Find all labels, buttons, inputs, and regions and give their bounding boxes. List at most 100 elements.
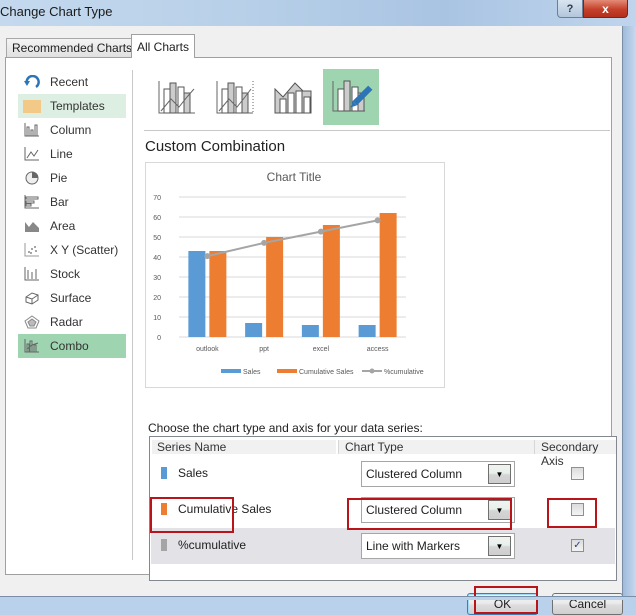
- bar-cumulative-sales: [209, 251, 227, 337]
- category-combo[interactable]: Combo: [18, 334, 126, 358]
- scatter-chart-icon: [23, 242, 41, 258]
- y-tick-label: 40: [153, 255, 161, 262]
- subtype-clustered-column-line[interactable]: [149, 69, 205, 125]
- column-header-series-name: Series Name: [152, 440, 336, 454]
- category-label: Bar: [50, 195, 69, 209]
- title-bar[interactable]: Change Chart Type ? x: [0, 0, 636, 26]
- close-button[interactable]: x: [583, 0, 628, 18]
- plot-group: 0102030405060700.00%20.00%40.00%60.00%80…: [153, 195, 507, 353]
- y-tick-label: 10: [153, 315, 161, 322]
- divider: [132, 70, 133, 560]
- line-marker: [374, 217, 381, 224]
- category-surface[interactable]: Surface: [18, 286, 126, 310]
- chart-preview: Chart Title0102030405060700.00%20.00%40.…: [145, 162, 508, 388]
- x-tick-label: excel: [313, 346, 330, 353]
- category-templates[interactable]: Templates: [18, 94, 126, 118]
- tab-all-charts[interactable]: All Charts: [131, 34, 196, 58]
- category-bar[interactable]: Bar: [18, 190, 126, 214]
- help-button[interactable]: ?: [557, 0, 583, 18]
- secondary-axis-checkbox[interactable]: [571, 467, 584, 480]
- category-label: Templates: [50, 99, 105, 113]
- bar-cumulative-sales: [379, 213, 397, 337]
- legend-label: %cumulative: [384, 369, 424, 376]
- category-label: Stock: [50, 267, 81, 281]
- x-tick-label: access: [367, 346, 389, 353]
- y-tick-label: 70: [153, 195, 161, 202]
- category-label: Surface: [50, 291, 92, 305]
- chevron-down-icon[interactable]: ▼: [488, 464, 511, 484]
- line-chart-icon: [23, 146, 41, 162]
- help-icon: ?: [566, 2, 574, 15]
- bar-sales: [245, 323, 263, 337]
- subtype-title: Custom Combination: [145, 138, 286, 155]
- legend-label: Cumulative Sales: [299, 369, 354, 376]
- surface-chart-icon: [23, 290, 41, 306]
- category-line[interactable]: Line: [18, 142, 126, 166]
- series-color-swatch: [161, 539, 167, 551]
- y-tick-label: 30: [153, 275, 161, 282]
- series-row: %cumulative Line with Markers ▼ ✓: [151, 528, 615, 564]
- chart-type-value: Clustered Column: [366, 467, 463, 481]
- window-frame: [622, 26, 636, 600]
- legend-swatch-sales: [221, 369, 241, 373]
- category-label: X Y (Scatter): [50, 243, 119, 257]
- window-frame: [0, 596, 636, 600]
- tab-recommended-charts[interactable]: Recommended Charts: [6, 38, 139, 57]
- category-label: Radar: [50, 315, 83, 329]
- series-row: Cumulative Sales Clustered Column ▼: [151, 492, 615, 528]
- series-color-swatch: [161, 467, 167, 479]
- legend-marker: [369, 368, 375, 374]
- bar-sales: [301, 325, 319, 337]
- window-title: Change Chart Type: [0, 4, 113, 19]
- legend-swatch-cumulative-sales: [277, 369, 297, 373]
- column-header-chart-type: Chart Type: [338, 440, 534, 454]
- category-radar[interactable]: Radar: [18, 310, 126, 334]
- clustered-column-line-icon: [158, 81, 195, 114]
- series-name: %cumulative: [178, 538, 247, 552]
- secondary-axis-checkbox[interactable]: ✓: [571, 539, 584, 552]
- chart-preview-svg: Chart Title0102030405060700.00%20.00%40.…: [153, 170, 507, 376]
- series-color-swatch: [161, 503, 167, 515]
- line-marker: [261, 239, 268, 246]
- chart-type-dropdown[interactable]: Clustered Column ▼: [361, 461, 515, 487]
- folder-icon: [23, 98, 41, 114]
- column-chart-icon: [23, 122, 41, 138]
- category-label: Pie: [50, 171, 68, 185]
- category-x-y-scatter[interactable]: X Y (Scatter): [18, 238, 126, 262]
- series-prompt: Choose the chart type and axis for your …: [148, 421, 423, 435]
- x-tick-label: ppt: [259, 346, 269, 353]
- subtype-custom-combination[interactable]: [323, 69, 379, 125]
- category-recent[interactable]: Recent: [18, 70, 126, 94]
- chart-type-dropdown[interactable]: Line with Markers ▼: [361, 533, 515, 559]
- stock-chart-icon: [23, 266, 41, 282]
- subtype-stacked-area-clustered-column[interactable]: [265, 69, 321, 125]
- chevron-down-icon[interactable]: ▼: [488, 500, 511, 520]
- category-stock[interactable]: Stock: [18, 262, 126, 286]
- close-icon: x: [602, 1, 609, 16]
- legend-group: Sales Cumulative Sales %cumulative: [221, 368, 424, 376]
- category-label: Area: [50, 219, 76, 233]
- series-name: Sales: [178, 466, 209, 480]
- bar-sales: [188, 251, 206, 337]
- all-charts-panel: Recent Templates Column Line Pie Bar Area X Y (…: [5, 57, 617, 581]
- category-pie[interactable]: Pie: [18, 166, 126, 190]
- y-tick-label: 20: [153, 295, 161, 302]
- category-column[interactable]: Column: [18, 118, 126, 142]
- chart-category-list: Recent Templates Column Line Pie Bar Area X Y (…: [18, 70, 126, 358]
- chart-title: Chart Title: [267, 170, 322, 184]
- pie-chart-icon: [23, 170, 41, 186]
- chart-type-dropdown[interactable]: Clustered Column ▼: [361, 497, 515, 523]
- radar-chart-icon: [23, 314, 41, 330]
- subtype-clustered-column-line-secondary-axis[interactable]: [207, 69, 263, 125]
- bar-sales: [358, 325, 376, 337]
- secondary-axis-checkbox[interactable]: [571, 503, 584, 516]
- category-label: Recent: [50, 75, 89, 89]
- y-tick-label: 50: [153, 235, 161, 242]
- line-cumulative: [207, 219, 378, 258]
- custom-combination-icon: [332, 80, 373, 112]
- dialog-body: Recommended Charts All Charts Recent Temp…: [0, 26, 623, 615]
- x-tick-label: outlook: [196, 346, 219, 353]
- series-name: Cumulative Sales: [178, 502, 272, 516]
- chevron-down-icon[interactable]: ▼: [488, 536, 511, 556]
- category-area[interactable]: Area: [18, 214, 126, 238]
